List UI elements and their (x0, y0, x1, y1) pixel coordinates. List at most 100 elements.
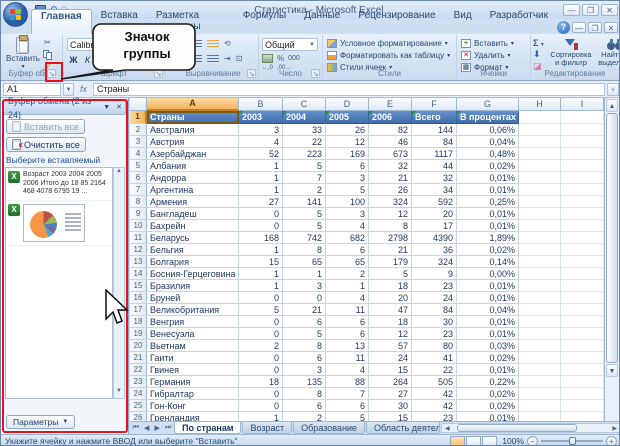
data-cell[interactable]: 3 (326, 172, 369, 184)
data-cell[interactable]: 673 (369, 148, 412, 160)
data-cell[interactable] (561, 160, 604, 172)
data-cell[interactable]: 8 (283, 244, 326, 256)
data-cell[interactable]: 3 (283, 280, 326, 292)
header-cell[interactable] (519, 111, 561, 124)
expand-formula-bar-icon[interactable]: ˅ (607, 82, 619, 96)
zoom-out-icon[interactable]: − (527, 435, 538, 445)
data-cell[interactable]: 5 (369, 268, 412, 280)
data-cell[interactable]: 20 (412, 208, 457, 220)
data-cell[interactable]: 0,01% (457, 208, 519, 220)
data-cell[interactable]: 0,04% (457, 136, 519, 148)
office-button[interactable] (3, 2, 28, 27)
data-cell[interactable]: 2 (283, 412, 326, 421)
data-cell[interactable]: 32 (369, 160, 412, 172)
data-cell[interactable]: 3 (326, 208, 369, 220)
data-cell[interactable]: 33 (283, 124, 326, 136)
data-cell[interactable]: 5 (326, 184, 369, 196)
data-cell[interactable]: 0 (239, 208, 283, 220)
sort-filter-button[interactable]: Сортировка и фильтр (549, 37, 593, 67)
data-cell[interactable]: 0,01% (457, 172, 519, 184)
data-cell[interactable] (519, 232, 561, 244)
percent-style-icon[interactable]: % (277, 54, 284, 63)
data-cell[interactable] (561, 172, 604, 184)
data-cell[interactable] (561, 280, 604, 292)
row-number[interactable]: 9 (130, 208, 147, 220)
data-cell[interactable]: 5 (283, 328, 326, 340)
paste-button[interactable]: Вставить ▾ (6, 35, 40, 70)
data-cell[interactable]: Бразилия (147, 280, 239, 292)
data-cell[interactable]: Аргентина (147, 184, 239, 196)
data-cell[interactable] (519, 388, 561, 400)
data-cell[interactable]: 0,48% (457, 148, 519, 160)
data-cell[interactable] (519, 352, 561, 364)
data-cell[interactable] (519, 400, 561, 412)
column-header-E[interactable]: E (369, 98, 412, 111)
data-cell[interactable]: 4 (326, 364, 369, 376)
data-cell[interactable]: 15 (369, 364, 412, 376)
data-cell[interactable]: 0 (239, 316, 283, 328)
data-cell[interactable]: 65 (326, 256, 369, 268)
data-cell[interactable]: 2 (283, 184, 326, 196)
data-cell[interactable]: 168 (239, 232, 283, 244)
autosum-icon[interactable]: Σ ▾ (533, 38, 544, 48)
data-cell[interactable] (519, 412, 561, 421)
data-cell[interactable]: Германия (147, 376, 239, 388)
column-header-I[interactable]: I (561, 98, 604, 111)
data-cell[interactable] (561, 208, 604, 220)
insert-function-icon[interactable]: fx (76, 84, 91, 94)
data-cell[interactable]: 2 (239, 340, 283, 352)
row-number[interactable]: 23 (130, 376, 147, 388)
data-cell[interactable]: 12 (369, 208, 412, 220)
data-cell[interactable]: 82 (369, 124, 412, 136)
data-cell[interactable] (561, 352, 604, 364)
vertical-scroll-thumb[interactable] (606, 113, 618, 363)
data-cell[interactable]: 8 (283, 388, 326, 400)
row-number[interactable]: 6 (130, 172, 147, 184)
data-cell[interactable] (519, 172, 561, 184)
data-cell[interactable]: Великобритания (147, 304, 239, 316)
row-number[interactable]: 14 (130, 268, 147, 280)
data-cell[interactable]: 84 (412, 136, 457, 148)
data-cell[interactable]: 1 (239, 412, 283, 421)
sheet-nav-buttons[interactable]: ⏮ ◀ ▶ ⏭ (130, 422, 174, 434)
data-cell[interactable]: Гибралтар (147, 388, 239, 400)
header-cell[interactable]: 2006 (369, 111, 412, 124)
data-cell[interactable]: 47 (369, 304, 412, 316)
data-cell[interactable]: 22 (283, 136, 326, 148)
row-number[interactable]: 3 (130, 136, 147, 148)
data-cell[interactable]: 0 (239, 388, 283, 400)
row-number[interactable]: 10 (130, 220, 147, 232)
data-cell[interactable]: Азербайджан (147, 148, 239, 160)
indent-icon[interactable]: ⇥ (224, 54, 231, 63)
data-cell[interactable]: 0,01% (457, 184, 519, 196)
data-cell[interactable]: Австралия (147, 124, 239, 136)
data-cell[interactable] (561, 364, 604, 376)
row-number[interactable]: 13 (130, 256, 147, 268)
data-cell[interactable] (519, 364, 561, 376)
column-header-G[interactable]: G (457, 98, 519, 111)
data-cell[interactable]: 324 (369, 196, 412, 208)
data-cell[interactable]: 57 (369, 340, 412, 352)
data-cell[interactable]: 5 (283, 160, 326, 172)
data-cell[interactable]: 4 (326, 220, 369, 232)
data-cell[interactable]: 20 (369, 292, 412, 304)
scroll-down-icon[interactable]: ▼ (606, 364, 618, 377)
data-cell[interactable]: Беларусь (147, 232, 239, 244)
data-cell[interactable]: 0,22% (457, 376, 519, 388)
data-cell[interactable] (561, 316, 604, 328)
data-cell[interactable]: 0,00% (457, 268, 519, 280)
header-cell[interactable]: 2004 (283, 111, 326, 124)
data-cell[interactable] (561, 376, 604, 388)
row-number[interactable]: 12 (130, 244, 147, 256)
data-cell[interactable] (561, 340, 604, 352)
data-cell[interactable]: 26 (369, 184, 412, 196)
data-cell[interactable]: 13 (326, 340, 369, 352)
data-cell[interactable]: 27 (369, 388, 412, 400)
number-format-select[interactable]: Общий ▼ (262, 38, 318, 51)
header-cell[interactable]: В процентах (457, 111, 519, 124)
data-cell[interactable]: 3 (239, 124, 283, 136)
data-cell[interactable]: 0 (239, 220, 283, 232)
data-cell[interactable]: 324 (412, 256, 457, 268)
data-cell[interactable]: 0 (239, 352, 283, 364)
copy-icon[interactable] (41, 49, 54, 60)
